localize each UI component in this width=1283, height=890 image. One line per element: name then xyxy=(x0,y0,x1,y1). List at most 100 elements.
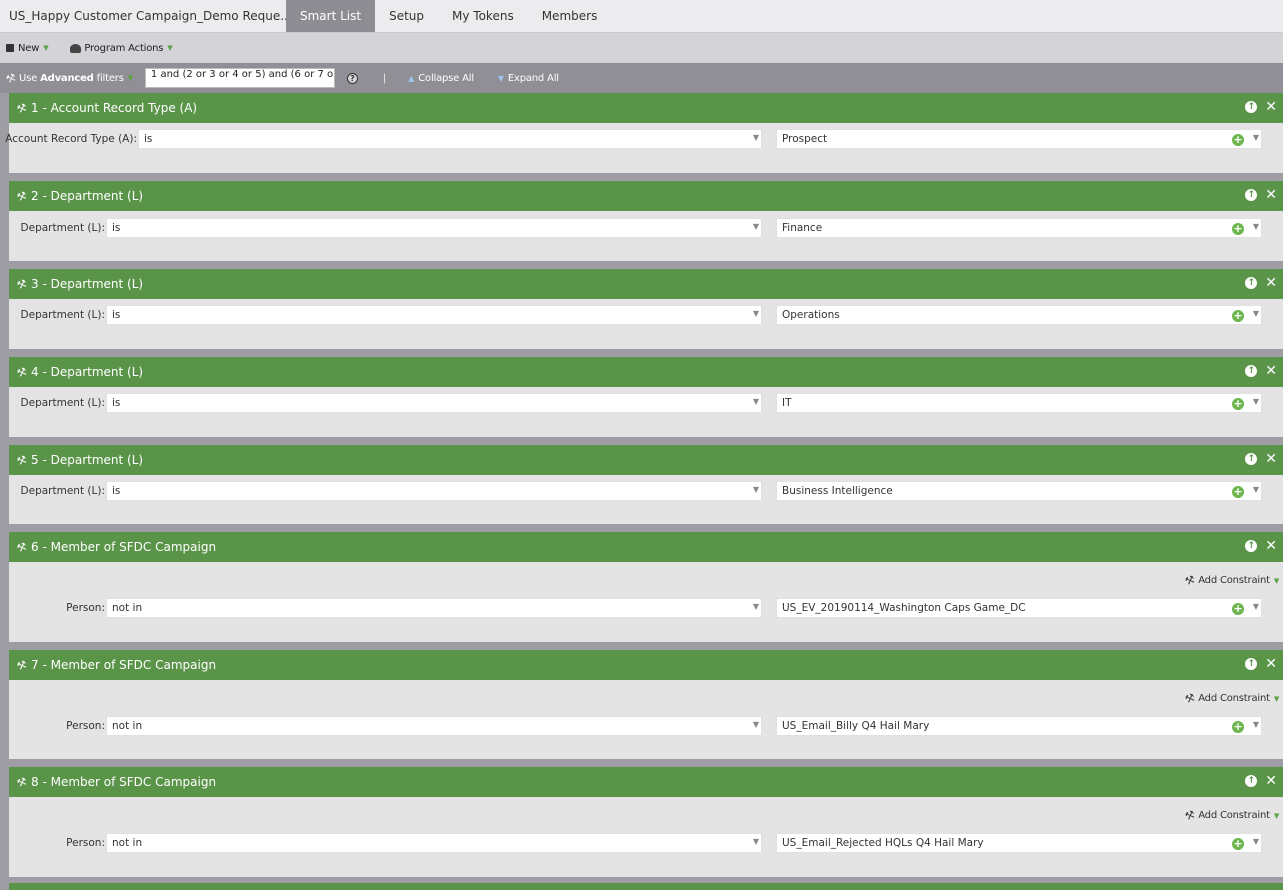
value-select[interactable]: Business Intelligence + ▼ xyxy=(776,481,1262,501)
add-value-icon[interactable]: + xyxy=(1232,398,1244,410)
chevron-down-icon: ▼ xyxy=(752,222,759,231)
wrench-icon: ⚒ xyxy=(15,774,29,790)
new-label: New xyxy=(18,42,40,54)
filter-header[interactable]: ⚒ 5 - Department (L) ↑ ✕ xyxy=(9,445,1283,475)
filter-title: 5 - Department (L) xyxy=(31,453,144,467)
help-icon[interactable]: ? xyxy=(346,72,358,84)
close-icon[interactable]: ✕ xyxy=(1265,100,1277,114)
close-icon[interactable]: ✕ xyxy=(1265,188,1277,202)
filter-body: Department (L): is ▼ IT + ▼ xyxy=(9,387,1283,437)
condition-label: Department (L): xyxy=(20,485,105,497)
expand-all-button[interactable]: ▼ Expand All xyxy=(498,73,559,84)
add-value-icon[interactable]: + xyxy=(1232,310,1244,322)
add-value-icon[interactable]: + xyxy=(1232,134,1244,146)
wrench-icon: ⚒ xyxy=(15,452,29,468)
value-select[interactable]: Finance + ▼ xyxy=(776,218,1262,238)
move-up-icon[interactable]: ↑ xyxy=(1245,277,1258,289)
triangle-up-icon: ▲ xyxy=(408,73,415,83)
filter-title: 7 - Member of SFDC Campaign xyxy=(31,658,217,672)
value-text: US_Email_Billy Q4 Hail Mary xyxy=(782,720,930,732)
tab-my-tokens[interactable]: My Tokens xyxy=(438,0,528,32)
value-select[interactable]: US_Email_Billy Q4 Hail Mary + ▼ xyxy=(776,716,1262,736)
filter-body: ⚒ Add Constraint ▼ Person: not in ▼ US_Em… xyxy=(9,680,1283,759)
add-value-icon[interactable]: + xyxy=(1232,223,1244,235)
separator: | xyxy=(382,72,387,84)
operator-select[interactable]: is ▼ xyxy=(106,305,762,325)
operator-select[interactable]: is ▼ xyxy=(106,218,762,238)
tab-members[interactable]: Members xyxy=(528,0,612,32)
chevron-down-icon: ▼ xyxy=(1252,397,1259,406)
condition-label: Account Record Type (A): xyxy=(5,133,137,145)
collapse-all-button[interactable]: ▲ Collapse All xyxy=(408,73,474,84)
close-icon[interactable]: ✕ xyxy=(1265,364,1277,378)
filter-header[interactable]: ⚒ 6 - Member of SFDC Campaign ↑ ✕ xyxy=(9,532,1283,562)
add-constraint-label: Add Constraint xyxy=(1198,575,1270,586)
filter-header[interactable]: ⚒ 3 - Department (L) ↑ ✕ xyxy=(9,269,1283,299)
chevron-down-icon: ▼ xyxy=(1273,811,1279,820)
add-value-icon[interactable]: + xyxy=(1232,838,1244,850)
program-actions-button[interactable]: Program Actions ▼ xyxy=(70,42,173,54)
operator-value: is xyxy=(112,222,121,234)
close-icon[interactable]: ✕ xyxy=(1265,539,1277,553)
add-constraint-button[interactable]: ⚒ Add Constraint ▼ xyxy=(1183,808,1279,824)
operator-value: is xyxy=(112,485,121,497)
filter-title: 2 - Department (L) xyxy=(31,189,144,203)
filter-header[interactable]: ⚒ 2 - Department (L) ↑ ✕ xyxy=(9,181,1283,211)
operator-select[interactable]: is ▼ xyxy=(106,481,762,501)
move-up-icon[interactable]: ↑ xyxy=(1245,189,1258,201)
operator-select[interactable]: not in ▼ xyxy=(106,598,762,618)
filter-logic-bar: ⚒ Use Advanced filters ▼ 1 and (2 or 3 o… xyxy=(0,63,1283,93)
wrench-icon: ⚒ xyxy=(15,364,29,380)
value-select[interactable]: IT + ▼ xyxy=(776,393,1262,413)
operator-select[interactable]: is ▼ xyxy=(138,129,762,149)
move-up-icon[interactable]: ↑ xyxy=(1245,540,1258,552)
add-constraint-button[interactable]: ⚒ Add Constraint ▼ xyxy=(1183,691,1279,707)
collapse-all-label: Collapse All xyxy=(418,72,474,84)
close-icon[interactable]: ✕ xyxy=(1265,657,1277,671)
filter-header[interactable]: ⚒ 8 - Member of SFDC Campaign ↑ ✕ xyxy=(9,767,1283,797)
tab-smart-list[interactable]: Smart List xyxy=(286,0,376,32)
new-button[interactable]: New ▼ xyxy=(6,42,49,54)
operator-select[interactable]: is ▼ xyxy=(106,393,762,413)
close-icon[interactable]: ✕ xyxy=(1265,452,1277,466)
add-value-icon[interactable]: + xyxy=(1232,721,1244,733)
add-value-icon[interactable]: + xyxy=(1232,486,1244,498)
value-select[interactable]: Operations + ▼ xyxy=(776,305,1262,325)
filter-body: Department (L): is ▼ Business Intelligenc… xyxy=(9,475,1283,524)
add-constraint-label: Add Constraint xyxy=(1198,693,1270,704)
close-icon[interactable]: ✕ xyxy=(1265,774,1277,788)
operator-select[interactable]: not in ▼ xyxy=(106,716,762,736)
move-up-icon[interactable]: ↑ xyxy=(1245,775,1258,787)
chevron-down-icon: ▼ xyxy=(752,720,759,729)
close-icon[interactable]: ✕ xyxy=(1265,276,1277,290)
program-actions-label: Program Actions xyxy=(84,42,164,54)
value-text: IT xyxy=(782,397,792,409)
value-select[interactable]: US_Email_Rejected HQLs Q4 Hail Mary + ▼ xyxy=(776,833,1262,853)
move-up-icon[interactable]: ↑ xyxy=(1245,658,1258,670)
filter-card: ⚒ 8 - Member of SFDC Campaign ↑ ✕ ⚒ Add … xyxy=(9,767,1283,877)
chevron-down-icon: ▼ xyxy=(752,837,759,846)
filter-card: ⚒ 1 - Account Record Type (A) ↑ ✕ Accoun… xyxy=(5,93,1283,173)
operator-select[interactable]: not in ▼ xyxy=(106,833,762,853)
filter-header[interactable]: ⚒ 7 - Member of SFDC Campaign ↑ ✕ xyxy=(9,650,1283,680)
chevron-down-icon: ▼ xyxy=(1252,602,1259,611)
filter-header[interactable]: ⚒ 4 - Department (L) ↑ ✕ xyxy=(9,357,1283,387)
use-label: Use xyxy=(19,72,38,84)
operator-value: not in xyxy=(112,837,143,849)
use-advanced-filters-toggle[interactable]: ⚒ Use Advanced filters ▼ xyxy=(4,70,133,86)
toolbar: New ▼ Program Actions ▼ xyxy=(0,33,1283,63)
filter-card: ⚒ 4 - Department (L) ↑ ✕ Department (L):… xyxy=(9,357,1283,437)
tab-program-name[interactable]: US_Happy Customer Campaign_Demo Reque... xyxy=(0,0,286,32)
filter-header[interactable]: ⚒ 1 - Account Record Type (A) ↑ ✕ xyxy=(9,93,1283,123)
move-up-icon[interactable]: ↑ xyxy=(1245,453,1258,465)
filter-logic-input[interactable]: 1 and (2 or 3 or 4 or 5) and (6 or 7 or … xyxy=(144,68,335,88)
value-select[interactable]: Prospect + ▼ xyxy=(776,129,1262,149)
move-up-icon[interactable]: ↑ xyxy=(1245,365,1258,377)
add-value-icon[interactable]: + xyxy=(1232,603,1244,615)
condition-label: Department (L): xyxy=(20,397,105,409)
add-constraint-button[interactable]: ⚒ Add Constraint ▼ xyxy=(1183,573,1279,589)
tab-setup[interactable]: Setup xyxy=(375,0,438,32)
move-up-icon[interactable]: ↑ xyxy=(1245,101,1258,113)
triangle-down-icon: ▼ xyxy=(497,73,504,83)
value-select[interactable]: US_EV_20190114_Washington Caps Game_DC + ▼ xyxy=(776,598,1262,618)
